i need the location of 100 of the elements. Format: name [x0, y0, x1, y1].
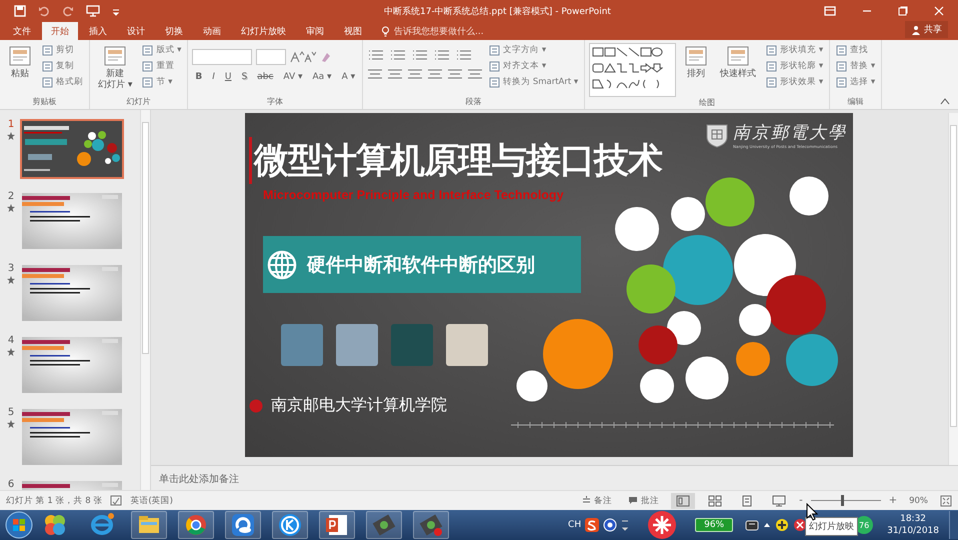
command-icon [489, 60, 500, 72]
list-icon[interactable] [455, 49, 474, 61]
tell-me-search[interactable]: 告诉我您想要做什么... [373, 22, 492, 40]
app-icon[interactable] [647, 510, 678, 540]
font-name-field[interactable] [192, 49, 252, 65]
ribbon-button[interactable]: 重置 [140, 59, 184, 73]
scrollbar[interactable] [140, 110, 150, 490]
collapse-icon[interactable] [940, 97, 950, 105]
ribbon-tab[interactable]: 动画 [194, 22, 230, 40]
show-hidden-icon[interactable] [763, 521, 772, 529]
format-button[interactable]: A ▾ [338, 72, 358, 82]
spelling-icon[interactable] [110, 495, 122, 506]
ribbon-tab[interactable]: 幻灯片放映 [232, 22, 295, 40]
ribbon-button[interactable]: 文字方向 ▾ [487, 43, 580, 57]
ime-icon[interactable] [585, 518, 600, 532]
ribbon-tab[interactable]: 开始 [42, 22, 78, 40]
comments-button[interactable]: 批注 [624, 494, 664, 506]
align-icon[interactable] [407, 68, 424, 80]
clock-time[interactable]: 18:32 [887, 513, 939, 525]
format-button[interactable]: I [209, 72, 218, 82]
zoom-level[interactable]: 90% [909, 496, 928, 506]
ribbon-tab[interactable]: 插入 [80, 22, 116, 40]
clock-date[interactable]: 31/10/2018 [887, 525, 939, 537]
photo-placeholder [446, 324, 488, 366]
cloud-app-icon[interactable] [230, 512, 256, 538]
align-icon[interactable] [467, 68, 484, 80]
language-indicator[interactable]: 英语(英国) [130, 494, 173, 506]
format-button[interactable]: AV ▾ [280, 72, 306, 82]
group-label: 字体 [266, 96, 284, 108]
ribbon-button[interactable]: 转换为 SmartArt ▾ [487, 75, 580, 89]
tray-icon[interactable] [775, 518, 790, 532]
close-icon[interactable] [934, 6, 944, 16]
format-button[interactable]: U [222, 72, 234, 82]
ribbon-button[interactable]: 查找 [834, 43, 878, 57]
zoom-out-button[interactable]: - [799, 495, 803, 506]
command-icon [684, 45, 708, 67]
ribbon-tab[interactable]: 设计 [118, 22, 154, 40]
undo-icon[interactable] [38, 5, 50, 17]
ribbon-button[interactable]: 剪切 [40, 43, 85, 57]
ribbon-button[interactable]: 形状填充 ▾ [764, 43, 826, 57]
presentation-icon[interactable] [86, 5, 100, 17]
ribbon-button[interactable]: 复制 [40, 59, 85, 73]
circles-app-icon[interactable] [42, 512, 68, 538]
ribbon-button[interactable]: 版式 ▾ [140, 43, 184, 57]
slider-thumb[interactable] [840, 495, 844, 506]
ribbon-button[interactable]: 节 ▾ [140, 75, 184, 89]
ribbon-tab[interactable]: 视图 [335, 22, 371, 40]
share-button[interactable]: 共享 [905, 21, 948, 38]
align-icon[interactable] [447, 68, 464, 80]
redo-icon[interactable] [62, 5, 74, 17]
star-icon [7, 132, 15, 140]
align-icon[interactable] [427, 68, 444, 80]
ribbon-button[interactable]: 新建 幻灯片 ▾ [94, 43, 136, 93]
plug-icon[interactable] [745, 519, 760, 531]
shapes-gallery[interactable] [589, 43, 676, 97]
scrollbar[interactable] [948, 113, 958, 465]
restore-icon[interactable] [898, 6, 908, 16]
browser-icon[interactable] [183, 512, 209, 538]
ribbon-button[interactable]: 对齐文本 ▾ [487, 59, 580, 73]
slide-position: 幻灯片 第 1 张，共 8 张 [6, 494, 102, 506]
ribbon-tab[interactable]: 切换 [156, 22, 192, 40]
ribbon-tab[interactable]: 审阅 [297, 22, 333, 40]
ribbon-button[interactable]: 格式刷 [40, 75, 85, 89]
align-icon[interactable] [387, 68, 404, 80]
ribbon-button[interactable]: 形状轮廓 ▾ [764, 59, 826, 73]
zoom-in-button[interactable]: + [888, 495, 898, 506]
slide-number: 5 [8, 407, 14, 418]
save-icon[interactable] [14, 5, 26, 17]
presentation-app-icon[interactable] [324, 512, 350, 538]
list-icon[interactable] [367, 49, 386, 61]
align-icon[interactable] [367, 68, 384, 80]
format-button[interactable]: S [238, 72, 250, 82]
fit-slide-icon[interactable] [940, 494, 952, 506]
tray-icon[interactable] [793, 518, 808, 532]
format-button[interactable]: Aa ▾ [310, 72, 335, 82]
font-size-field[interactable] [256, 49, 286, 65]
list-icon[interactable] [389, 49, 408, 61]
list-icon[interactable] [411, 49, 430, 61]
notes-button[interactable]: 备注 [578, 494, 616, 506]
format-button[interactable]: abc [254, 72, 276, 82]
browser-icon[interactable] [89, 512, 115, 538]
font-size-icon[interactable] [290, 51, 316, 63]
ribbon-button[interactable]: 粘贴 [4, 43, 36, 82]
ribbon-display-icon[interactable] [824, 6, 836, 16]
list-icon[interactable] [433, 49, 452, 61]
format-button[interactable]: B [192, 72, 206, 82]
ribbon-button[interactable]: 形状效果 ▾ [764, 75, 826, 89]
start-button[interactable] [5, 511, 33, 539]
options-icon[interactable] [621, 518, 630, 532]
ribbon-tab[interactable]: 文件 [4, 22, 40, 40]
ribbon-button[interactable]: 替换 ▾ [834, 59, 878, 73]
command-icon [42, 60, 53, 72]
ribbon-button[interactable]: 快速样式 [716, 43, 760, 82]
help-icon[interactable] [603, 518, 618, 532]
ribbon-button[interactable]: 排列 [680, 43, 712, 82]
photo-placeholder [336, 324, 378, 366]
input-language[interactable]: CH [568, 520, 582, 530]
view-button[interactable] [671, 492, 696, 508]
k-app-icon[interactable] [277, 512, 303, 538]
ribbon-button[interactable]: 选择 ▾ [834, 75, 878, 89]
